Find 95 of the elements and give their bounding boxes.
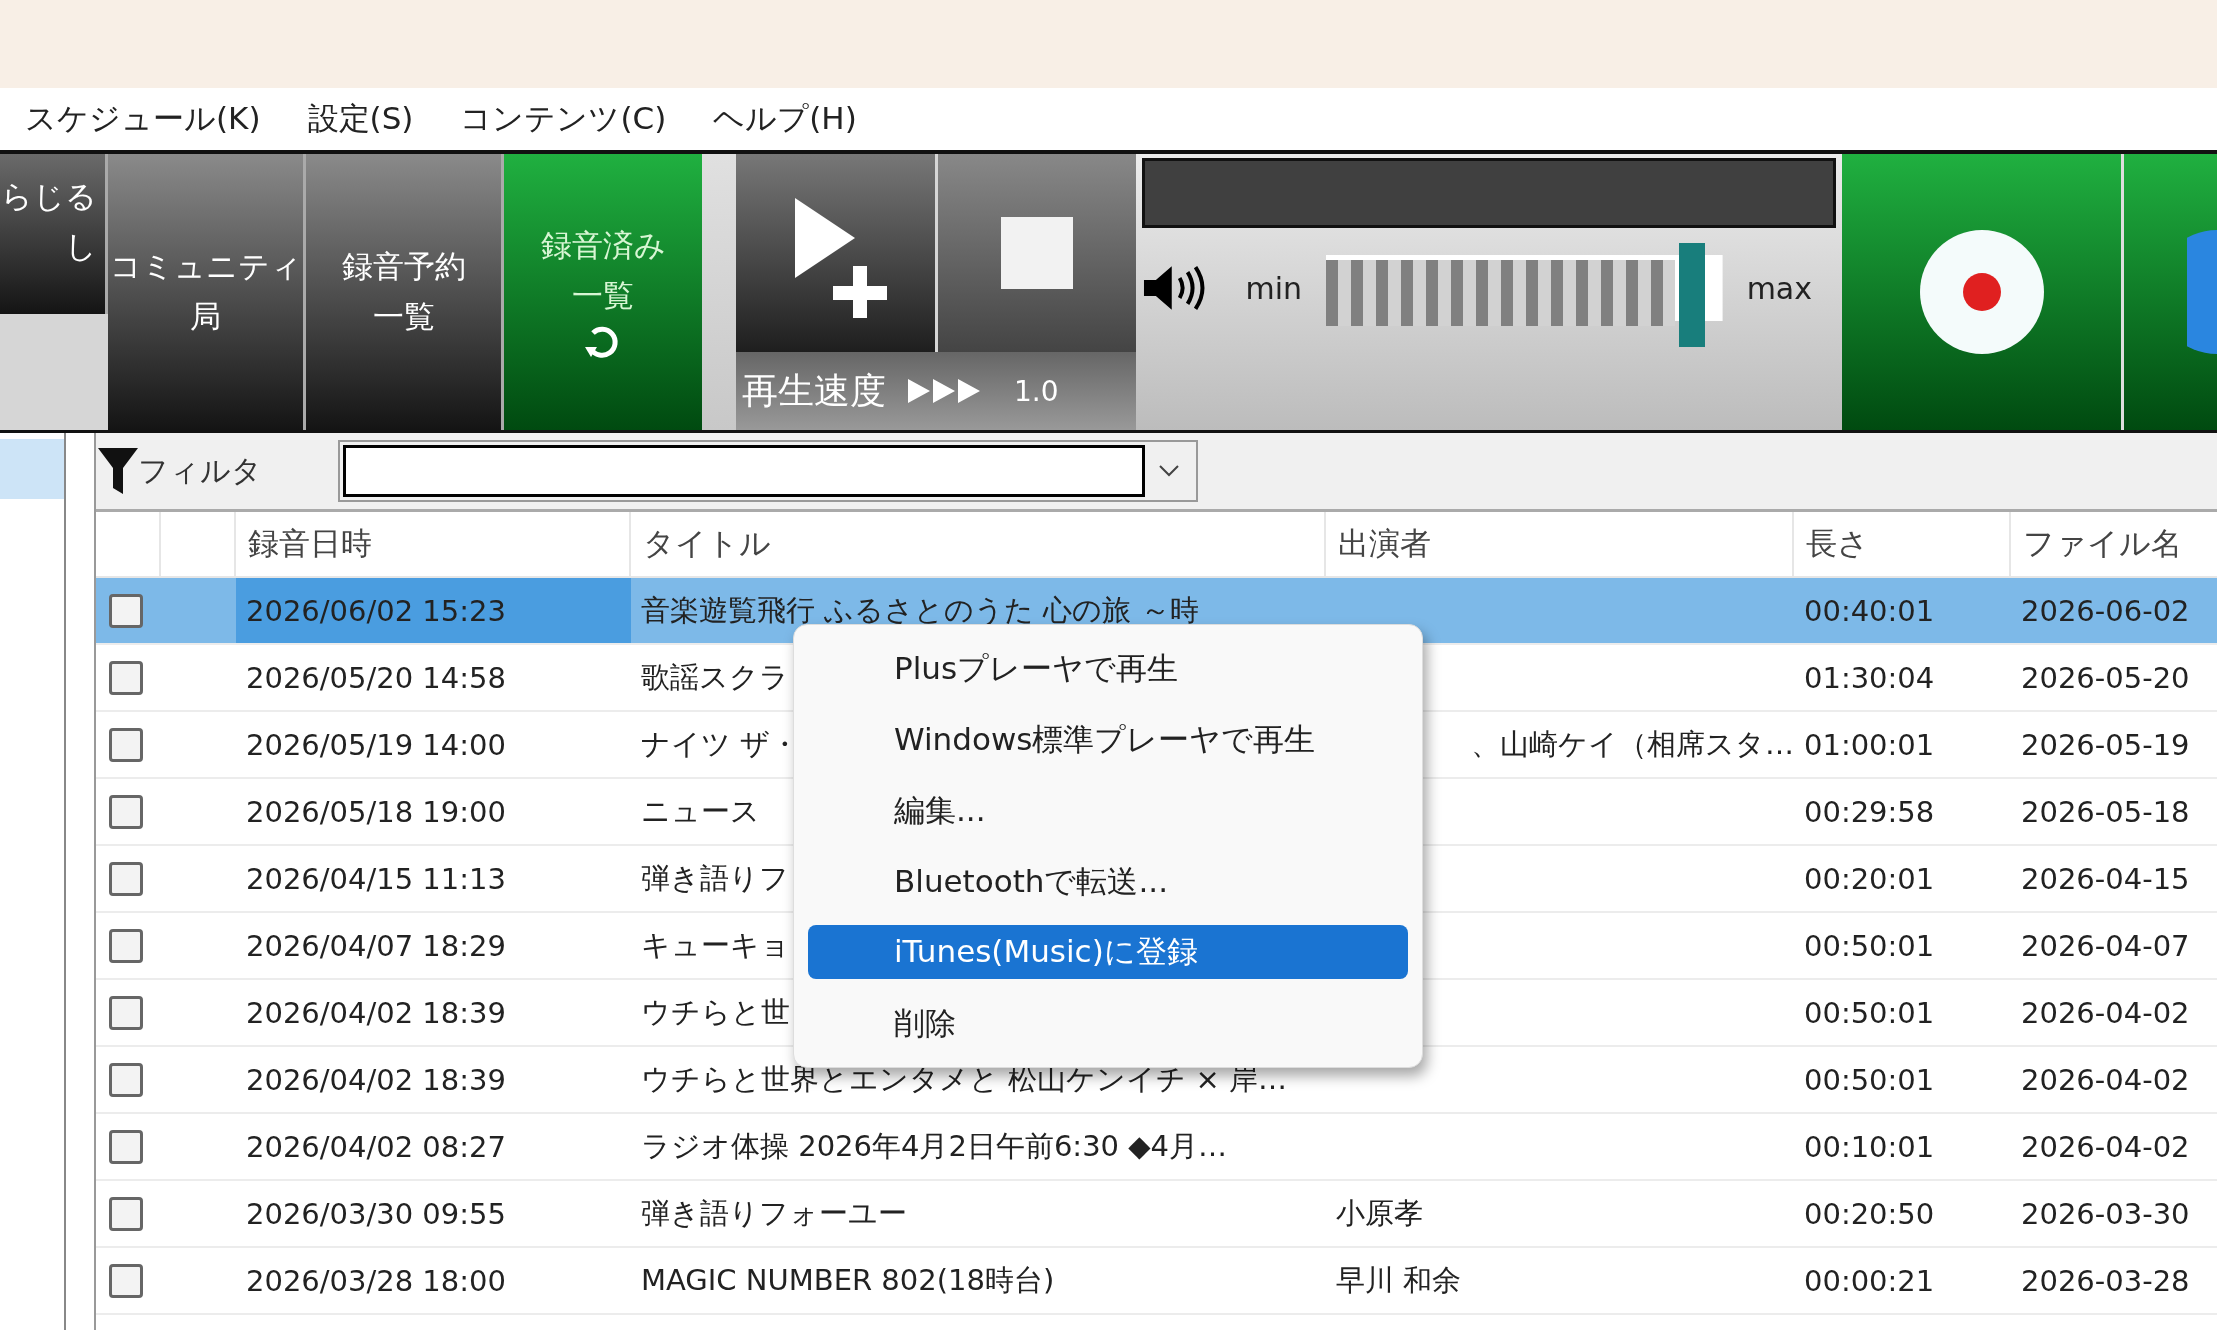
row-checkbox[interactable]	[109, 660, 143, 695]
row-checkbox[interactable]	[109, 1263, 143, 1298]
table-cell-text: ナイツ ザ・	[641, 725, 800, 763]
table-cell-text: 01:30:04	[1803, 659, 1936, 697]
record-icon	[1919, 230, 2044, 354]
row-checkbox[interactable]	[109, 1062, 143, 1097]
table-cell-text: 弾き語りフ	[641, 859, 789, 897]
table-cell-text: 2026/04/07 18:29	[245, 927, 507, 965]
speed-label: 再生速度	[742, 368, 886, 413]
table-cell-text: 2026/05/18 19:00	[245, 793, 507, 831]
table-cell-text: 2026-04-02	[2020, 994, 2191, 1032]
table-cell-text: 2026-06-02	[2020, 592, 2191, 630]
table-cell-text: 、山崎ケイ（相席スタ…	[1471, 725, 1794, 763]
table-cell-text: 2026-04-15	[2020, 860, 2191, 898]
table-cell-text: 00:40:01	[1803, 592, 1936, 630]
table-cell-text: MAGIC NUMBER 802(18時台)	[641, 1261, 1055, 1299]
table-cell-text: 2026/04/02 08:27	[245, 1128, 507, 1166]
row-checkbox[interactable]	[109, 995, 143, 1030]
context-menu-item[interactable]: iTunes(Music)に登録	[808, 925, 1408, 979]
round-logo-icon	[2187, 230, 2217, 354]
table-cell-text: 2026-05-18	[2020, 793, 2191, 831]
nav-button[interactable]: らじる し	[0, 154, 108, 314]
nav-button[interactable]: コミュニティ 局	[108, 154, 306, 430]
speaker-icon[interactable]	[1142, 264, 1206, 312]
table-cell-text: 00:00:21	[1803, 1262, 1936, 1300]
row-checkbox[interactable]	[109, 1196, 143, 1231]
column-header[interactable]: ファイル名	[2011, 512, 2217, 576]
filter-icon	[98, 448, 138, 494]
table-cell-text: 00:50:01	[1803, 1061, 1936, 1099]
record-button[interactable]	[1842, 154, 2124, 430]
table-cell-text: 2026/04/02 18:39	[245, 994, 507, 1032]
row-checkbox[interactable]	[109, 794, 143, 829]
table-cell-text: 2026/05/19 14:00	[245, 726, 507, 764]
stop-icon	[1000, 217, 1073, 289]
table-cell-text: 小原孝	[1336, 1194, 1423, 1232]
menu-item[interactable]: スケジュール(K)	[3, 98, 283, 140]
speed-value: 1.0	[1014, 374, 1059, 408]
context-menu-item[interactable]: Windows標準プレーヤで再生	[808, 704, 1408, 775]
table-cell-text: 2026/04/15 11:13	[245, 860, 507, 898]
menu-item[interactable]: ヘルプ(H)	[691, 98, 879, 140]
table-cell-text: 2026/05/20 14:58	[245, 659, 507, 697]
table-cell-text: 01:00:01	[1803, 726, 1936, 764]
table-cell-text: 音楽遊覧飛行 ふるさとのうた 心の旅 ～時	[641, 591, 1199, 629]
column-header[interactable]: タイトル	[631, 512, 1326, 576]
table-cell-text: 2026/03/28 18:00	[245, 1262, 507, 1300]
column-header[interactable]: 録音日時	[236, 512, 631, 576]
table-cell-text: 00:29:58	[1803, 793, 1936, 831]
stop-button[interactable]	[937, 154, 1136, 352]
table-cell-text: 2026/04/02 18:39	[245, 1061, 507, 1099]
table-cell-text: 00:20:50	[1803, 1195, 1936, 1233]
row-checkbox[interactable]	[109, 593, 143, 628]
table-cell-text: 2026-03-30	[2020, 1195, 2191, 1233]
table-cell-text: 2026-04-07	[2020, 927, 2191, 965]
min-label: min	[1245, 270, 1303, 306]
dropdown-chevron-icon	[1159, 465, 1179, 477]
filter-combo-box[interactable]	[338, 440, 1198, 502]
table-cell-text: ニュース	[641, 792, 760, 830]
table-cell-text: 弾き語りフォーユー	[641, 1194, 907, 1232]
table-row[interactable]: 2026/03/28 18:00 MAGIC NUMBER 802(18時台) 早川 和余 00:00:21 2026-03-28	[96, 1248, 2217, 1315]
table-cell-text: 00:10:01	[1803, 1128, 1936, 1166]
table-cell-text: 00:20:01	[1803, 860, 1936, 898]
table-cell-text: 00:50:01	[1803, 927, 1936, 965]
row-checkbox[interactable]	[109, 928, 143, 963]
table-cell-text: 2026/03/30 09:55	[245, 1195, 507, 1233]
column-header[interactable]: 長さ	[1794, 512, 2011, 576]
nav-button[interactable]: 録音済み 一覧	[504, 154, 702, 430]
row-checkbox[interactable]	[109, 861, 143, 896]
table-cell-text: 2026-04-02	[2020, 1128, 2191, 1166]
filter-label: フィルタ	[138, 451, 263, 490]
row-checkbox[interactable]	[109, 727, 143, 762]
table-cell-text: 早川 和余	[1336, 1261, 1462, 1299]
table-cell-text: 2026-05-19	[2020, 726, 2191, 764]
table-cell-text: 2026-05-20	[2020, 659, 2191, 697]
column-header[interactable]: 出演者	[1326, 512, 1794, 576]
max-label: max	[1746, 270, 1812, 306]
toolbar-button[interactable]	[2124, 154, 2217, 430]
table-cell-text: ラジオ体操 2026年4月2日午前6:30 ◆4月…	[641, 1127, 1228, 1165]
table-row[interactable]: 2026/06/02 15:23 音楽遊覧飛行 ふるさとのうた 心の旅 ～時 00:40:01 2026-06-02	[96, 578, 2217, 645]
row-checkbox[interactable]	[109, 1129, 143, 1164]
table-cell-text: ウチらと世	[641, 993, 790, 1031]
nav-button[interactable]: 録音予約 一覧	[306, 154, 504, 430]
context-menu-item[interactable]: 編集...	[808, 775, 1408, 846]
menu-item[interactable]: コンテンツ(C)	[438, 98, 689, 140]
fast-forward-icon	[908, 379, 980, 403]
table-row[interactable]: 2026/04/02 08:27 ラジオ体操 2026年4月2日午前6:30 ◆4月… 00:10:01 2026-04-02	[96, 1114, 2217, 1181]
play-add-button[interactable]	[736, 154, 935, 352]
table-cell-text: 2026-04-02	[2020, 1061, 2191, 1099]
table-cell-text: 00:50:01	[1803, 994, 1936, 1032]
table-row[interactable]: 2026/03/30 09:55 弾き語りフォーユー 小原孝 00:20:50 2026-03-30	[96, 1181, 2217, 1248]
menu-item[interactable]: 設定(S)	[285, 98, 436, 140]
table-cell: 2026/06/02 15:23	[236, 578, 631, 643]
table-cell-text: キューキョ	[641, 926, 790, 964]
volume-slider-thumb[interactable]	[1679, 243, 1706, 347]
table-cell-text: 歌謡スクラ	[641, 658, 789, 696]
table-cell-text: 2026-03-28	[2020, 1262, 2191, 1300]
